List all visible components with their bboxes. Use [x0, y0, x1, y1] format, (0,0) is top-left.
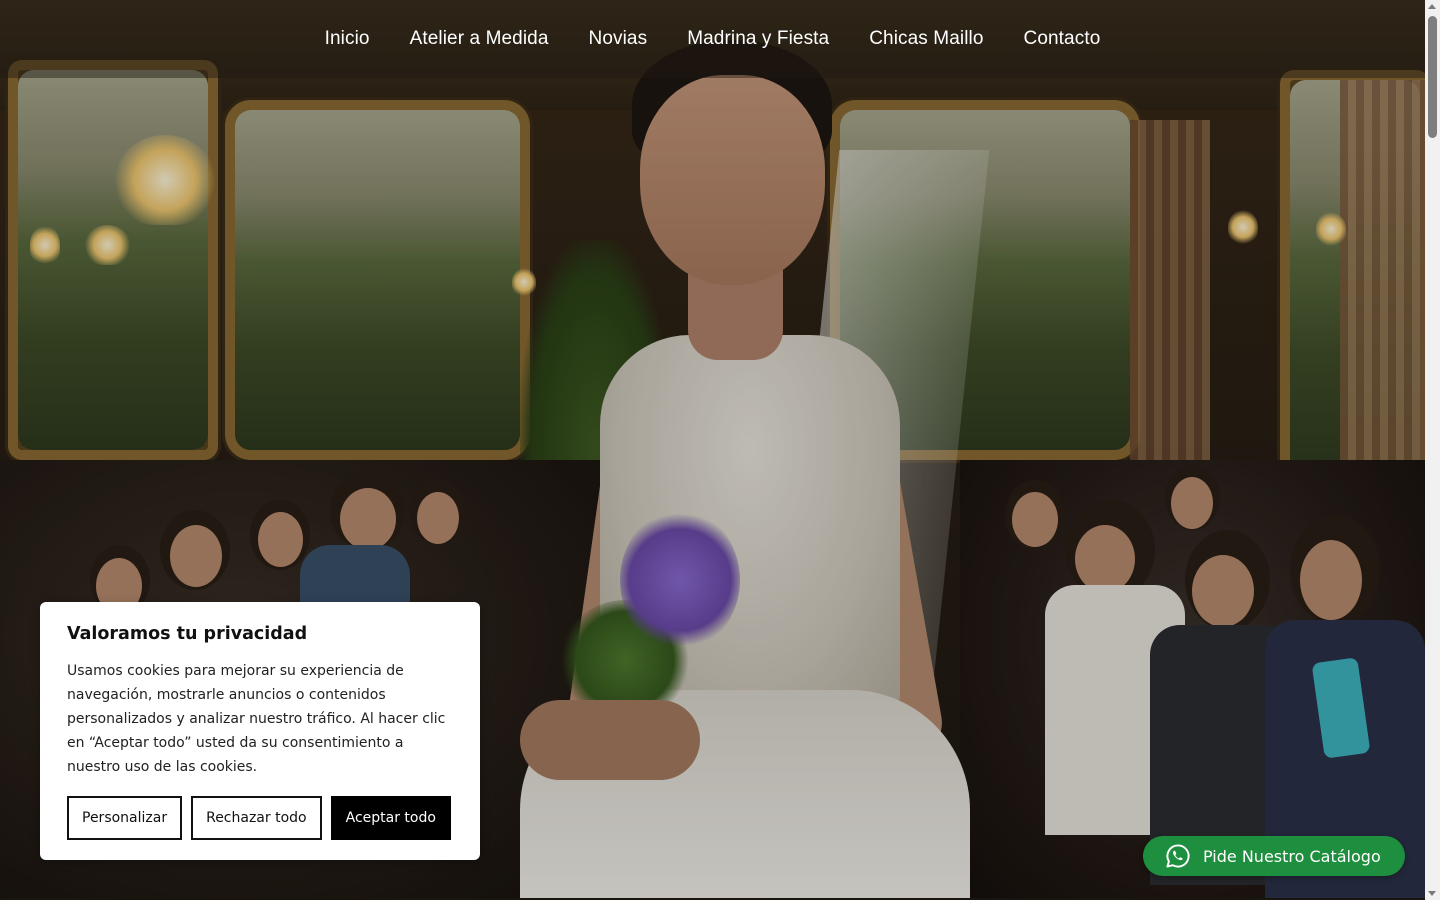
- nav-novias[interactable]: Novias: [589, 28, 648, 50]
- accept-all-cookies-button[interactable]: Aceptar todo: [330, 796, 451, 840]
- cookie-banner-text: Usamos cookies para mejorar su experienc…: [67, 663, 446, 775]
- nav-chicas-maillo[interactable]: Chicas Maillo: [869, 28, 983, 50]
- cookie-banner-title: Valoramos tu privacidad: [67, 624, 308, 644]
- whatsapp-icon: [1166, 844, 1190, 868]
- nav-atelier-a-medida[interactable]: Atelier a Medida: [410, 28, 549, 50]
- scroll-up-arrow-icon[interactable]: [1428, 4, 1436, 9]
- customize-cookies-button[interactable]: Personalizar: [67, 796, 183, 840]
- main-nav: Inicio Atelier a Medida Novias Madrina y…: [0, 0, 1425, 78]
- nav-contacto[interactable]: Contacto: [1024, 28, 1101, 50]
- reject-all-cookies-button[interactable]: Rechazar todo: [191, 796, 322, 840]
- whatsapp-catalog-button[interactable]: Pide Nuestro Catálogo: [1143, 836, 1405, 876]
- cookie-consent-banner: Valoramos tu privacidad Usamos cookies p…: [40, 602, 480, 860]
- nav-inicio[interactable]: Inicio: [325, 28, 370, 50]
- whatsapp-button-label: Pide Nuestro Catálogo: [1203, 846, 1381, 866]
- nav-madrina-y-fiesta[interactable]: Madrina y Fiesta: [687, 28, 829, 50]
- scroll-down-arrow-icon[interactable]: [1428, 891, 1436, 896]
- cookie-banner-buttons: Personalizar Rechazar todo Aceptar todo: [67, 796, 453, 840]
- page-scrollbar[interactable]: [1425, 0, 1440, 900]
- scroll-thumb[interactable]: [1428, 16, 1437, 138]
